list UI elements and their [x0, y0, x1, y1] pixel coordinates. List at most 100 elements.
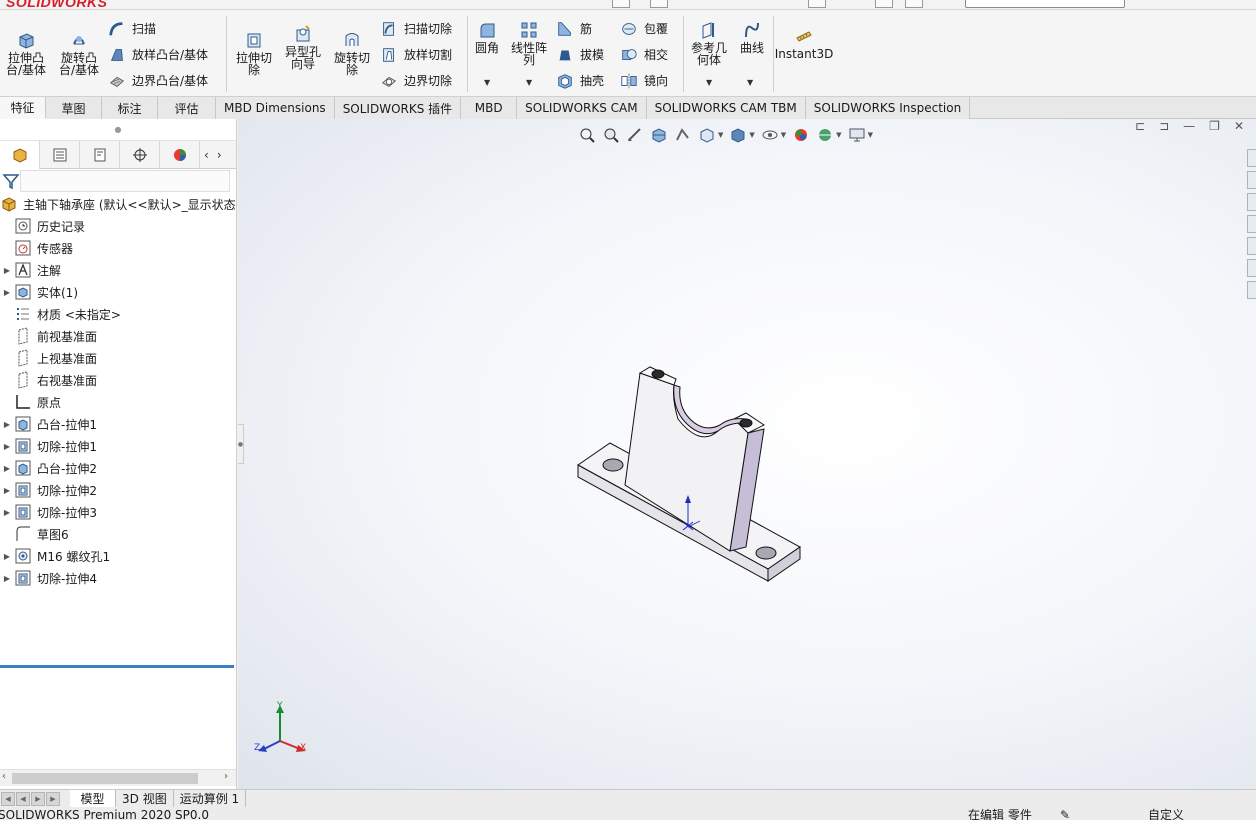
- tree-item[interactable]: ▶ 切除-拉伸1: [0, 435, 236, 457]
- rib-button[interactable]: 筋: [556, 20, 592, 38]
- tab-solidworks-addins[interactable]: SOLIDWORKS 插件: [334, 97, 462, 119]
- expand-arrow-icon[interactable]: ▶: [0, 486, 14, 495]
- panel-grip[interactable]: ●: [0, 119, 236, 141]
- task-pane-home-icon[interactable]: [1247, 149, 1256, 167]
- revolve-cut-button[interactable]: 旋转切除: [330, 30, 374, 76]
- close-icon[interactable]: ✕: [1234, 119, 1244, 133]
- tree-item[interactable]: 原点: [0, 391, 236, 413]
- panel-splitter[interactable]: ●: [238, 424, 244, 464]
- part-model[interactable]: [568, 359, 808, 599]
- expand-arrow-icon[interactable]: ▶: [0, 266, 14, 275]
- pin-icon[interactable]: ✎: [1060, 807, 1070, 820]
- section-view-icon[interactable]: [650, 126, 668, 144]
- tree-item[interactable]: 材质 <未指定>: [0, 303, 236, 325]
- chevron-down-icon[interactable]: ▼: [718, 131, 723, 139]
- tree-item[interactable]: 传感器: [0, 237, 236, 259]
- task-pane-design-library-icon[interactable]: [1247, 193, 1256, 211]
- task-pane-custom-properties-icon[interactable]: [1247, 259, 1256, 277]
- shell-button[interactable]: 抽壳: [556, 72, 604, 90]
- scroll-right-icon[interactable]: ›: [224, 771, 228, 782]
- mirror-button[interactable]: 镜向: [620, 72, 668, 90]
- search-input[interactable]: [965, 0, 1125, 8]
- property-manager-tab[interactable]: [40, 141, 80, 169]
- zoom-to-area-icon[interactable]: [602, 126, 620, 144]
- display-style-icon[interactable]: [729, 126, 747, 144]
- tree-item[interactable]: ▶ M16 螺纹孔1: [0, 545, 236, 567]
- task-pane-appearances-icon[interactable]: [1247, 237, 1256, 255]
- tab-sketch[interactable]: 草图: [46, 97, 102, 119]
- edit-appearance-icon[interactable]: [792, 126, 810, 144]
- fillet-button[interactable]: 圆角: [472, 20, 502, 54]
- filter-icon[interactable]: [2, 172, 20, 190]
- expand-arrow-icon[interactable]: ▶: [0, 442, 14, 451]
- tab-model[interactable]: 模型: [70, 789, 116, 808]
- dynamic-annotation-icon[interactable]: [674, 126, 692, 144]
- intersect-button[interactable]: 相交: [620, 46, 668, 64]
- chevron-down-icon[interactable]: ▼: [836, 131, 841, 139]
- hide-show-items-icon[interactable]: [761, 126, 779, 144]
- extrude-boss-button[interactable]: 拉伸凸台/基体: [4, 30, 48, 76]
- filter-input[interactable]: [20, 170, 230, 192]
- expand-arrow-icon[interactable]: ▶: [0, 464, 14, 473]
- new-file-icon[interactable]: [612, 0, 630, 8]
- scroll-left-icon[interactable]: ‹: [2, 771, 6, 782]
- tree-item[interactable]: ▶ 凸台-拉伸1: [0, 413, 236, 435]
- tab-solidworks-cam-tbm[interactable]: SOLIDWORKS CAM TBM: [646, 97, 806, 119]
- rollback-bar[interactable]: [0, 665, 234, 668]
- tab-solidworks-cam[interactable]: SOLIDWORKS CAM: [517, 97, 647, 119]
- tab-mbd[interactable]: MBD: [461, 97, 518, 119]
- reference-geometry-button[interactable]: 参考几何体: [688, 20, 730, 66]
- last-tab-icon[interactable]: ▶: [46, 791, 60, 806]
- next-tab-icon[interactable]: ▶: [31, 791, 45, 806]
- reference-dropdown-icon[interactable]: ▼: [706, 78, 712, 87]
- boundary-cut-button[interactable]: 边界切除: [380, 72, 452, 90]
- view-settings-icon[interactable]: [848, 126, 866, 144]
- hole-wizard-button[interactable]: 异型孔向导: [282, 24, 324, 70]
- curves-button[interactable]: 曲线: [736, 20, 768, 54]
- scrollbar-thumb[interactable]: [12, 773, 198, 784]
- pattern-dropdown-icon[interactable]: ▼: [526, 78, 532, 87]
- expand-arrow-icon[interactable]: ▶: [0, 552, 14, 561]
- tree-item[interactable]: ▶ 凸台-拉伸2: [0, 457, 236, 479]
- configuration-manager-tab[interactable]: [80, 141, 120, 169]
- extrude-cut-button[interactable]: 拉伸切除: [232, 30, 276, 76]
- expand-arrow-icon[interactable]: ▶: [0, 508, 14, 517]
- revolve-boss-button[interactable]: 旋转凸台/基体: [56, 30, 102, 76]
- linear-pattern-button[interactable]: 线性阵列: [508, 20, 550, 66]
- minimize-icon[interactable]: —: [1183, 119, 1195, 133]
- chevron-left-icon[interactable]: ‹: [204, 148, 209, 162]
- draft-button[interactable]: 拔模: [556, 46, 604, 64]
- tree-item[interactable]: 草图6: [0, 523, 236, 545]
- dimxpert-manager-tab[interactable]: [120, 141, 160, 169]
- prev-tab-icon[interactable]: ◀: [16, 791, 30, 806]
- options-icon[interactable]: [905, 0, 923, 8]
- tab-mbd-dimensions[interactable]: MBD Dimensions: [216, 97, 335, 119]
- tab-solidworks-inspection[interactable]: SOLIDWORKS Inspection: [805, 97, 971, 119]
- tree-item[interactable]: ▶ 切除-拉伸3: [0, 501, 236, 523]
- view-orientation-icon[interactable]: [698, 126, 716, 144]
- open-file-icon[interactable]: [650, 0, 668, 8]
- tree-item[interactable]: 前视基准面: [0, 325, 236, 347]
- expand-arrow-icon[interactable]: ▶: [0, 574, 14, 583]
- app-logo[interactable]: SOLIDWORKS: [6, 0, 107, 9]
- loft-boss-button[interactable]: 放样凸台/基体: [108, 46, 208, 64]
- tab-3d-view[interactable]: 3D 视图: [116, 789, 174, 808]
- fillet-dropdown-icon[interactable]: ▼: [484, 78, 490, 87]
- restore-right-icon[interactable]: ⊐: [1159, 119, 1169, 133]
- rebuild-icon[interactable]: [875, 0, 893, 8]
- select-icon[interactable]: [808, 0, 826, 8]
- tab-motion-study[interactable]: 运动算例 1: [174, 789, 247, 808]
- first-tab-icon[interactable]: ◀: [1, 791, 15, 806]
- display-manager-tab[interactable]: [160, 141, 200, 169]
- expand-arrow-icon[interactable]: ▶: [0, 288, 14, 297]
- task-pane-resources-icon[interactable]: [1247, 171, 1256, 189]
- task-pane-file-explorer-icon[interactable]: [1247, 215, 1256, 233]
- graphics-area[interactable]: ● ▼ ▼ ▼ ▼ ▼ ⊏ ⊐ — ❐ ✕ Y X Z: [238, 119, 1256, 789]
- tree-item[interactable]: ▶ 注解: [0, 259, 236, 281]
- tree-item[interactable]: ▶ 切除-拉伸2: [0, 479, 236, 501]
- previous-view-icon[interactable]: [626, 126, 644, 144]
- tree-root-part[interactable]: 主轴下轴承座 (默认<<默认>_显示状态: [0, 193, 236, 215]
- panel-tab-scroll[interactable]: ‹ ›: [200, 141, 222, 168]
- swept-cut-button[interactable]: 扫描切除: [380, 20, 452, 38]
- chevron-down-icon[interactable]: ▼: [781, 131, 786, 139]
